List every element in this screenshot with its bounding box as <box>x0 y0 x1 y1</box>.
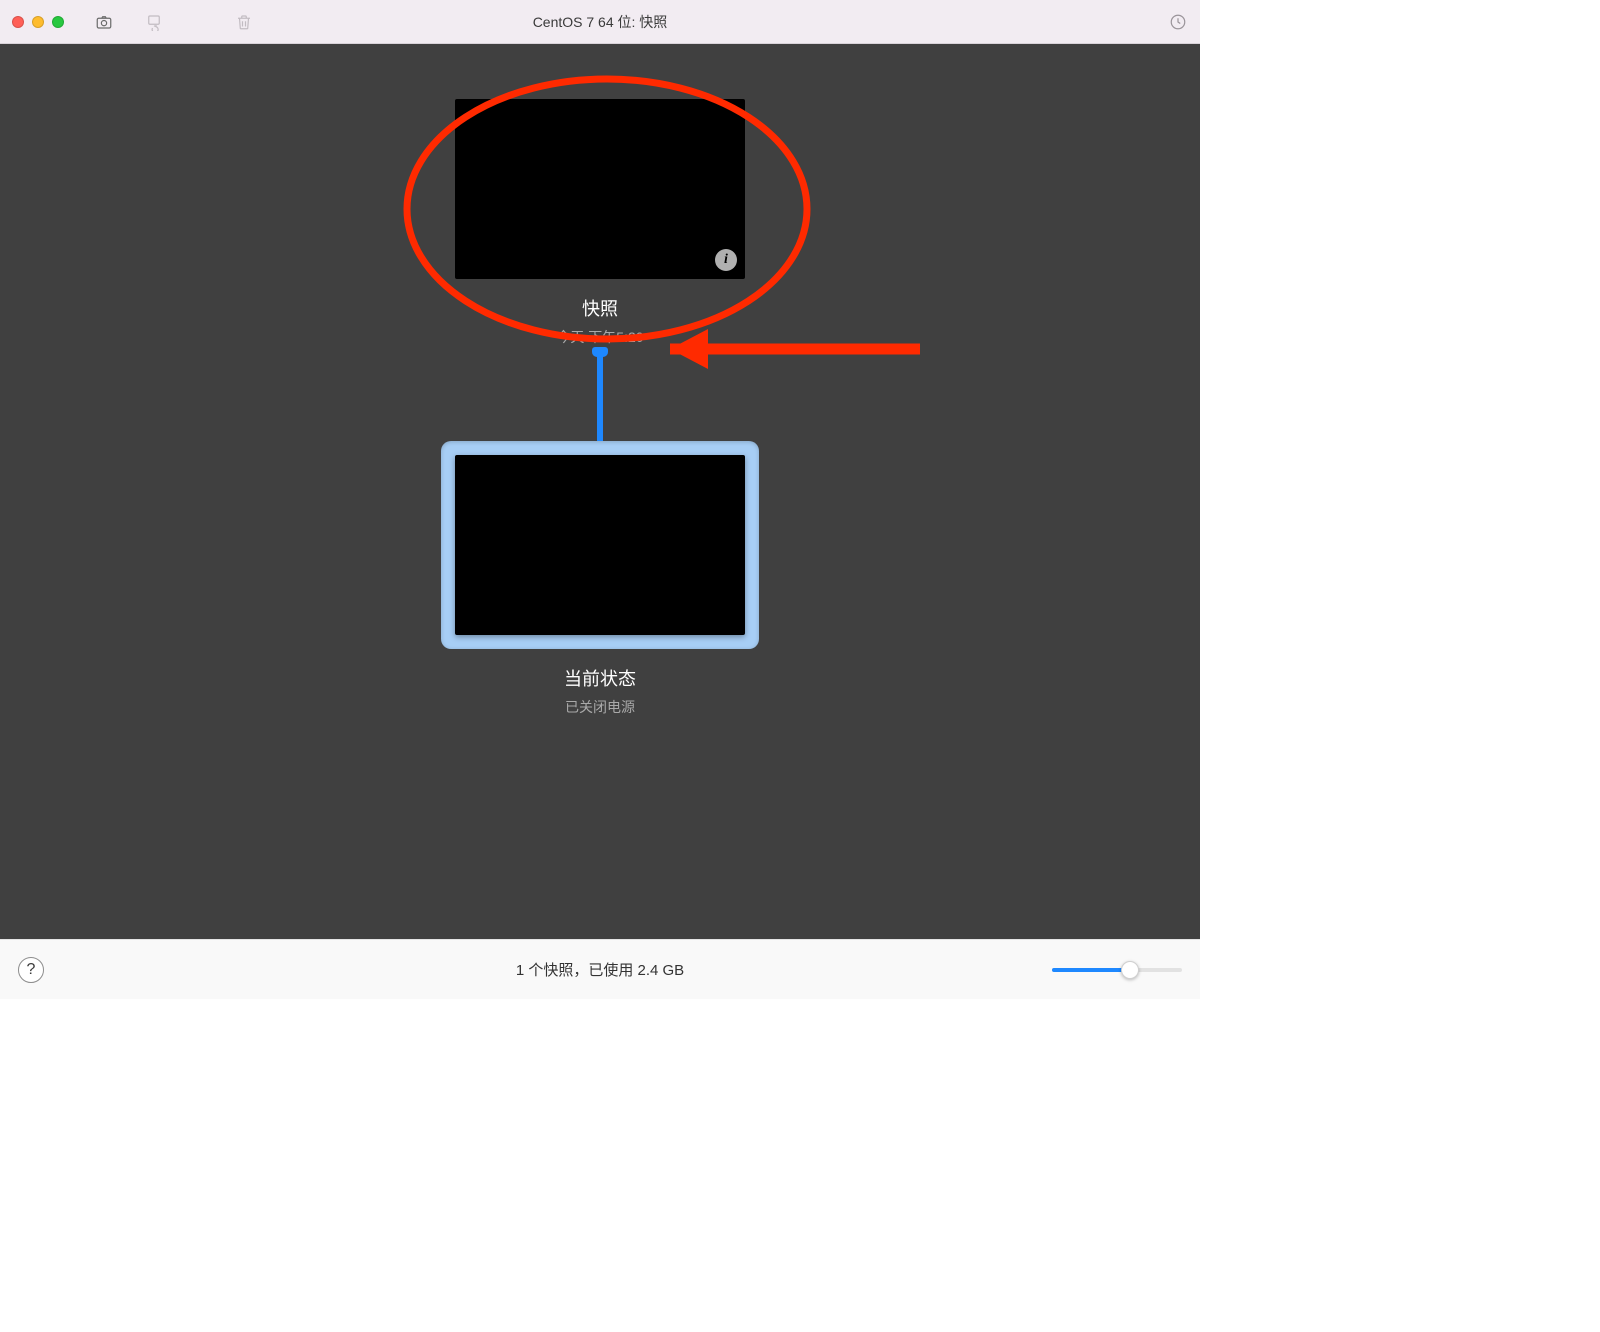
help-button[interactable]: ? <box>18 957 44 983</box>
minimize-window-button[interactable] <box>32 16 44 28</box>
status-bar: ? 1 个快照，已使用 2.4 GB <box>0 939 1200 999</box>
current-state-title: 当前状态 <box>564 665 636 691</box>
current-state-subtitle: 已关闭电源 <box>565 697 635 717</box>
snapshot-title: 快照 <box>582 295 618 321</box>
tree-connector <box>597 353 603 443</box>
clock-icon[interactable] <box>1168 12 1188 32</box>
snapshot-thumbnail[interactable]: i <box>455 99 745 279</box>
trash-icon[interactable] <box>234 12 254 32</box>
toolbar-right <box>1168 12 1188 32</box>
snapshot-tree-canvas: i 快照 今天 下午5:20 当前状态 已关闭电源 <box>0 44 1200 939</box>
zoom-slider[interactable] <box>1052 960 1182 980</box>
fullscreen-window-button[interactable] <box>52 16 64 28</box>
current-state-node[interactable]: 当前状态 已关闭电源 <box>441 443 759 717</box>
zoom-fill <box>1052 968 1130 972</box>
camera-icon[interactable] <box>94 12 114 32</box>
snapshot-thumbnail-wrap: i <box>455 99 745 279</box>
window-controls <box>12 16 64 28</box>
titlebar: CentOS 7 64 位: 快照 <box>0 0 1200 44</box>
info-icon[interactable]: i <box>715 249 737 271</box>
toolbar-left <box>94 12 254 32</box>
close-window-button[interactable] <box>12 16 24 28</box>
status-summary: 1 个快照，已使用 2.4 GB <box>516 959 684 980</box>
zoom-thumb[interactable] <box>1121 961 1139 979</box>
revert-icon[interactable] <box>144 12 164 32</box>
snapshot-timestamp: 今天 下午5:20 <box>556 327 643 347</box>
window-title: CentOS 7 64 位: 快照 <box>533 12 668 32</box>
snapshot-node[interactable]: i 快照 今天 下午5:20 <box>455 99 745 347</box>
current-state-thumbnail[interactable] <box>455 455 745 635</box>
current-state-selection <box>441 441 759 649</box>
